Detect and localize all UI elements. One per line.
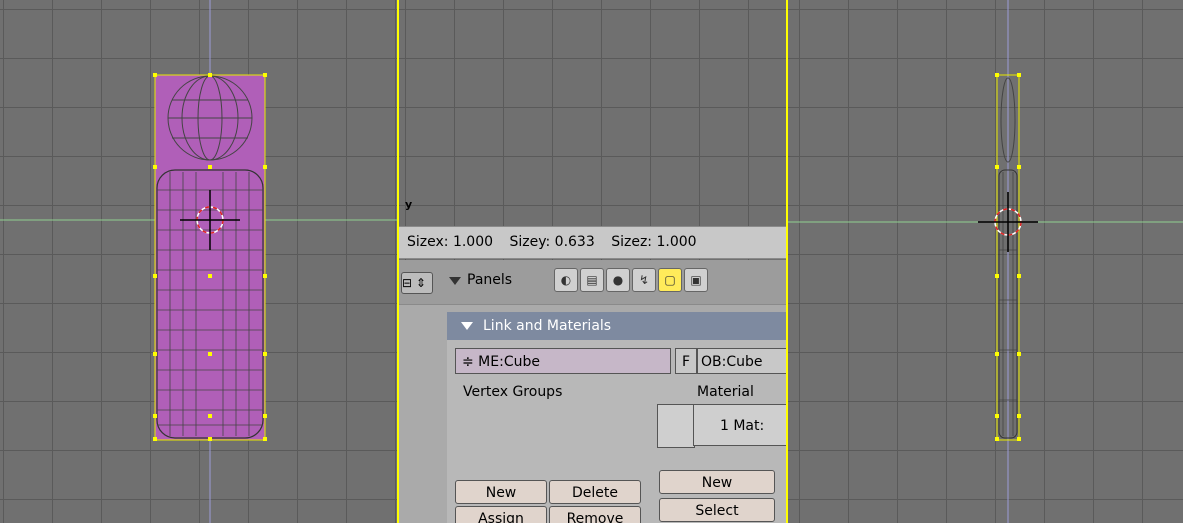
material-select-button[interactable]: Select [659,498,775,522]
buttons-toolbar: ⊟ ⇕ Panels ◐ ▤ ● ↯ ▢ ▣ [399,260,786,305]
mesh-side-view [788,0,1183,523]
tab-script-icon[interactable]: ▤ [580,268,604,292]
window-type-menu[interactable]: ⊟ ⇕ [401,272,433,294]
tab-editing-icon[interactable]: ▢ [658,268,682,292]
vertex-group-delete-button[interactable]: Delete [549,480,641,504]
tab-shading-icon[interactable]: ● [606,268,630,292]
vertex-groups-label: Vertex Groups [463,384,563,400]
axis-label-y: y [405,198,413,211]
viewport-top[interactable]: y Sizex: 1.000 Sizey: 0.633 Sizez: 1.000… [397,0,788,523]
tab-scene-icon[interactable]: ▣ [684,268,708,292]
material-color-swatch[interactable] [657,404,695,448]
mesh-name-field[interactable]: ≑ ME:Cube [455,348,671,374]
vertex-group-remove-button[interactable]: Remove [549,506,641,523]
panels-label: Panels [467,272,513,288]
viewport-side[interactable] [788,0,1183,523]
vertex-group-assign-button[interactable]: Assign [455,506,547,523]
transform-size-header: Sizex: 1.000 Sizey: 0.633 Sizez: 1.000 [399,226,786,259]
link-and-materials-panel: Link and Materials ≑ ME:Cube F OB:Cube V… [447,312,786,523]
sizez-readout: Sizez: 1.000 [611,234,697,250]
material-label: Material [697,384,754,400]
sizex-readout: Sizex: 1.000 [407,234,494,250]
context-tabs: ◐ ▤ ● ↯ ▢ ▣ [554,268,708,294]
vertex-group-new-button[interactable]: New [455,480,547,504]
mesh-front-view [0,0,397,523]
material-new-button[interactable]: New [659,470,775,494]
object-name-field[interactable]: OB:Cube [697,348,786,374]
viewport-front[interactable] [0,0,397,523]
panel-title[interactable]: Link and Materials [447,312,786,340]
fake-user-button[interactable]: F [675,348,697,374]
tab-object-icon[interactable]: ↯ [632,268,656,292]
buttons-window: ⊟ ⇕ Panels ◐ ▤ ● ↯ ▢ ▣ Link and Material… [399,260,786,523]
tab-logic-icon[interactable]: ◐ [554,268,578,292]
material-index-field[interactable]: 1 Mat: [693,404,786,446]
panels-collapse-icon[interactable] [449,277,461,285]
sizey-readout: Sizey: 0.633 [509,234,595,250]
